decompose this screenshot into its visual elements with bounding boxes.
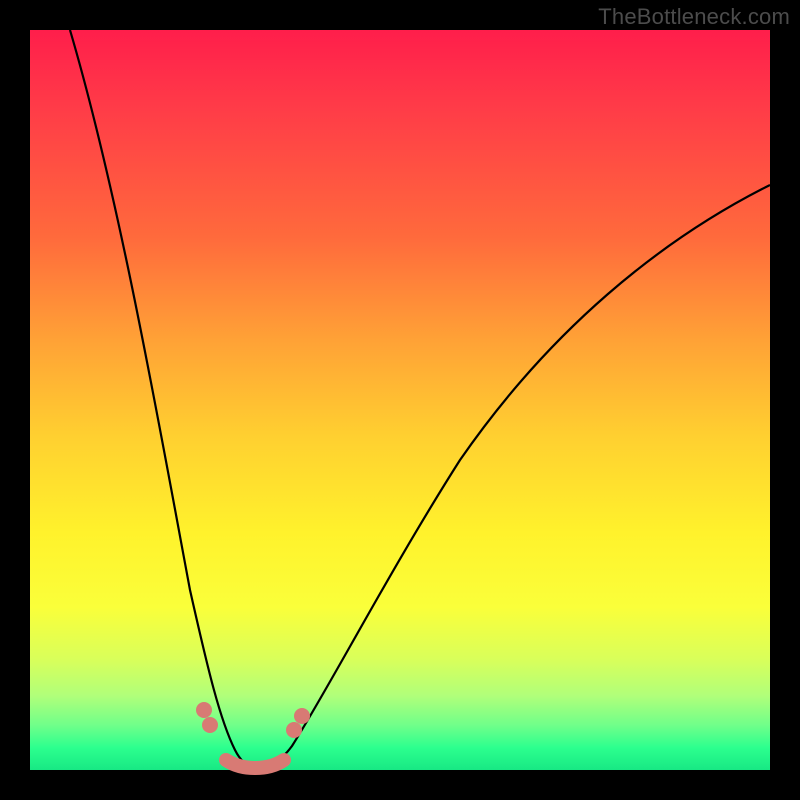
highlight-dot bbox=[202, 717, 218, 733]
highlight-dot bbox=[196, 702, 212, 718]
highlight-dot bbox=[286, 722, 302, 738]
highlight-trough bbox=[226, 760, 284, 768]
curve-left-branch bbox=[70, 30, 255, 767]
curve-right-branch bbox=[255, 185, 770, 767]
chart-frame: TheBottleneck.com bbox=[0, 0, 800, 800]
curve-layer bbox=[30, 30, 770, 770]
watermark-text: TheBottleneck.com bbox=[598, 4, 790, 30]
highlight-dot bbox=[294, 708, 310, 724]
plot-area bbox=[30, 30, 770, 770]
